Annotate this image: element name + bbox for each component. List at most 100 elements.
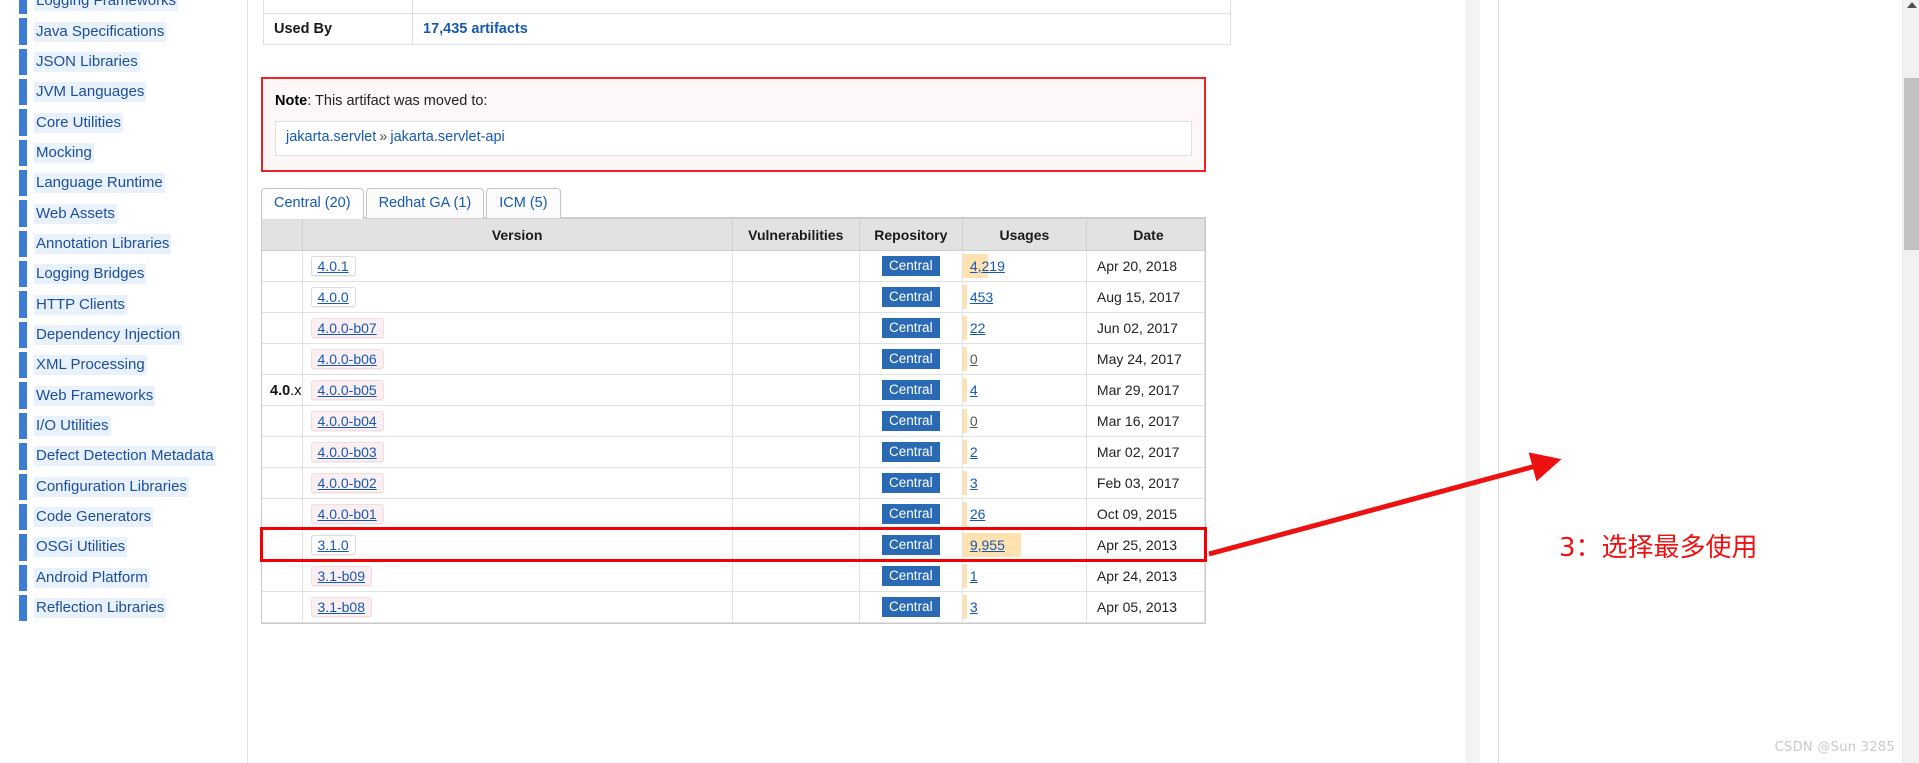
version-group-cell <box>262 405 303 437</box>
usages-cell: 4,219 <box>961 250 1087 282</box>
usages-link[interactable]: 0 <box>963 413 978 429</box>
sidebar-accent-bar <box>19 534 27 561</box>
usages-link[interactable]: 22 <box>963 320 986 336</box>
sidebar-item-configuration-libraries[interactable]: Configuration Libraries <box>0 472 248 502</box>
tab-redhat-ga-1[interactable]: Redhat GA (1) <box>365 188 485 218</box>
usages-link[interactable]: 4 <box>963 382 978 398</box>
tab-icm-5[interactable]: ICM (5) <box>486 188 561 218</box>
col-header-vulnerabilities: Vulnerabilities <box>731 218 860 251</box>
repository-badge: Central <box>882 256 940 276</box>
usages-link[interactable]: 4,219 <box>963 258 1005 274</box>
table-row: 3.1-b09 Central 1 Apr 24, 2013 <box>262 560 1206 592</box>
usages-cell: 2 <box>961 436 1087 468</box>
repository-cell: Central <box>858 405 963 437</box>
page-scrollbar[interactable] <box>1902 0 1919 763</box>
sidebar-item-logging-bridges[interactable]: Logging Bridges <box>0 259 248 289</box>
usages-link[interactable]: 0 <box>963 351 978 367</box>
artifact-info-table: Used By 17,435 artifacts <box>263 0 1231 45</box>
info-key-stub <box>263 0 413 14</box>
sidebar-item-defect-detection-metadata[interactable]: Defect Detection Metadata <box>0 441 248 471</box>
sidebar-item-dependency-injection[interactable]: Dependency Injection <box>0 320 248 350</box>
sidebar-item-android-platform[interactable]: Android Platform <box>0 563 248 593</box>
moved-to-artifact-link[interactable]: jakarta.servlet-api <box>390 129 504 145</box>
vulnerabilities-cell <box>731 281 860 313</box>
version-group-label: 4.0.x <box>270 382 302 399</box>
date-cell: May 24, 2017 <box>1085 343 1206 375</box>
sidebar-accent-bar <box>19 109 27 136</box>
date-cell: Apr 24, 2013 <box>1085 560 1206 592</box>
version-link[interactable]: 4.0.0-b03 <box>310 442 384 462</box>
version-link[interactable]: 4.0.0-b01 <box>310 504 384 524</box>
sidebar-item-code-generators[interactable]: Code Generators <box>0 502 248 532</box>
main-content: Used By 17,435 artifacts Note: This arti… <box>248 0 1499 763</box>
version-link[interactable]: 4.0.0-b06 <box>310 349 384 369</box>
scrollbar-thumb[interactable] <box>1904 78 1919 250</box>
version-group-cell: 4.0.x <box>262 374 303 406</box>
version-link[interactable]: 4.0.0-b04 <box>310 411 384 431</box>
sidebar-item-label: Language Runtime <box>34 173 165 194</box>
sidebar-accent-bar <box>19 352 27 379</box>
sidebar-item-annotation-libraries[interactable]: Annotation Libraries <box>0 229 248 259</box>
repository-cell: Central <box>858 436 963 468</box>
versions-table-container: Version Vulnerabilities Repository Usage… <box>260 217 1207 624</box>
vulnerabilities-cell <box>731 405 860 437</box>
version-link[interactable]: 4.0.0 <box>310 287 356 307</box>
repository-cell: Central <box>858 312 963 344</box>
vulnerabilities-cell <box>731 374 860 406</box>
versions-table: Version Vulnerabilities Repository Usage… <box>262 218 1206 623</box>
usages-link[interactable]: 9,955 <box>963 537 1005 553</box>
usages-link[interactable]: 3 <box>963 599 978 615</box>
usages-cell: 0 <box>961 343 1087 375</box>
sidebar-item-web-assets[interactable]: Web Assets <box>0 198 248 228</box>
usages-link[interactable]: 453 <box>963 289 993 305</box>
sidebar-item-label: Web Assets <box>34 203 117 224</box>
sidebar-item-jvm-languages[interactable]: JVM Languages <box>0 77 248 107</box>
sidebar-item-json-libraries[interactable]: JSON Libraries <box>0 47 248 77</box>
sidebar-item-web-frameworks[interactable]: Web Frameworks <box>0 380 248 410</box>
vulnerabilities-cell <box>731 560 860 592</box>
version-link[interactable]: 4.0.0-b07 <box>310 318 384 338</box>
sidebar-item-label: Code Generators <box>34 507 154 528</box>
table-row-used-by: Used By 17,435 artifacts <box>263 13 1231 45</box>
usages-cell: 9,955 <box>961 529 1087 561</box>
repository-cell: Central <box>858 560 963 592</box>
version-link[interactable]: 4.0.0-b05 <box>310 380 384 400</box>
usages-link[interactable]: 26 <box>963 506 986 522</box>
version-link[interactable]: 4.0.0-b02 <box>310 473 384 493</box>
sidebar-item-http-clients[interactable]: HTTP Clients <box>0 289 248 319</box>
sidebar-accent-bar <box>19 564 27 591</box>
version-link[interactable]: 3.1.0 <box>310 535 356 555</box>
annotation-pane <box>1499 0 1919 763</box>
usages-link[interactable]: 3 <box>963 475 978 491</box>
version-link[interactable]: 3.1-b09 <box>310 566 372 586</box>
sidebar-item-language-runtime[interactable]: Language Runtime <box>0 168 248 198</box>
sidebar-item-label: Web Frameworks <box>34 385 156 406</box>
sidebar-item-i-o-utilities[interactable]: I/O Utilities <box>0 411 248 441</box>
sidebar-accent-bar <box>19 291 27 318</box>
note-body: : This artifact was moved to: <box>307 93 488 109</box>
usages-cell: 22 <box>961 312 1087 344</box>
sidebar-item-mocking[interactable]: Mocking <box>0 138 248 168</box>
used-by-link[interactable]: 17,435 artifacts <box>423 21 528 37</box>
repository-cell: Central <box>858 343 963 375</box>
usages-link[interactable]: 1 <box>963 568 978 584</box>
scroll-up-arrow-icon[interactable] <box>1907 2 1917 8</box>
sidebar-item-core-utilities[interactable]: Core Utilities <box>0 107 248 137</box>
repository-badge: Central <box>882 473 940 493</box>
sidebar-item-xml-processing[interactable]: XML Processing <box>0 350 248 380</box>
usages-link[interactable]: 2 <box>963 444 978 460</box>
sidebar-item-logging-frameworks[interactable]: Logging Frameworks <box>0 0 248 16</box>
version-link[interactable]: 3.1-b08 <box>310 597 372 617</box>
usages-cell: 4 <box>961 374 1087 406</box>
sidebar-item-java-specifications[interactable]: Java Specifications <box>0 16 248 46</box>
version-cell: 4.0.0-b03 <box>301 436 733 468</box>
sidebar-item-osgi-utilities[interactable]: OSGi Utilities <box>0 532 248 562</box>
sidebar-item-label: Reflection Libraries <box>34 598 167 619</box>
usages-cell: 453 <box>961 281 1087 313</box>
tab-central-20[interactable]: Central (20) <box>261 188 364 219</box>
sidebar-item-label: Configuration Libraries <box>34 476 189 497</box>
date-cell: Mar 02, 2017 <box>1085 436 1206 468</box>
moved-to-group-link[interactable]: jakarta.servlet <box>286 129 376 145</box>
sidebar-item-reflection-libraries[interactable]: Reflection Libraries <box>0 593 248 623</box>
version-link[interactable]: 4.0.1 <box>310 256 356 276</box>
